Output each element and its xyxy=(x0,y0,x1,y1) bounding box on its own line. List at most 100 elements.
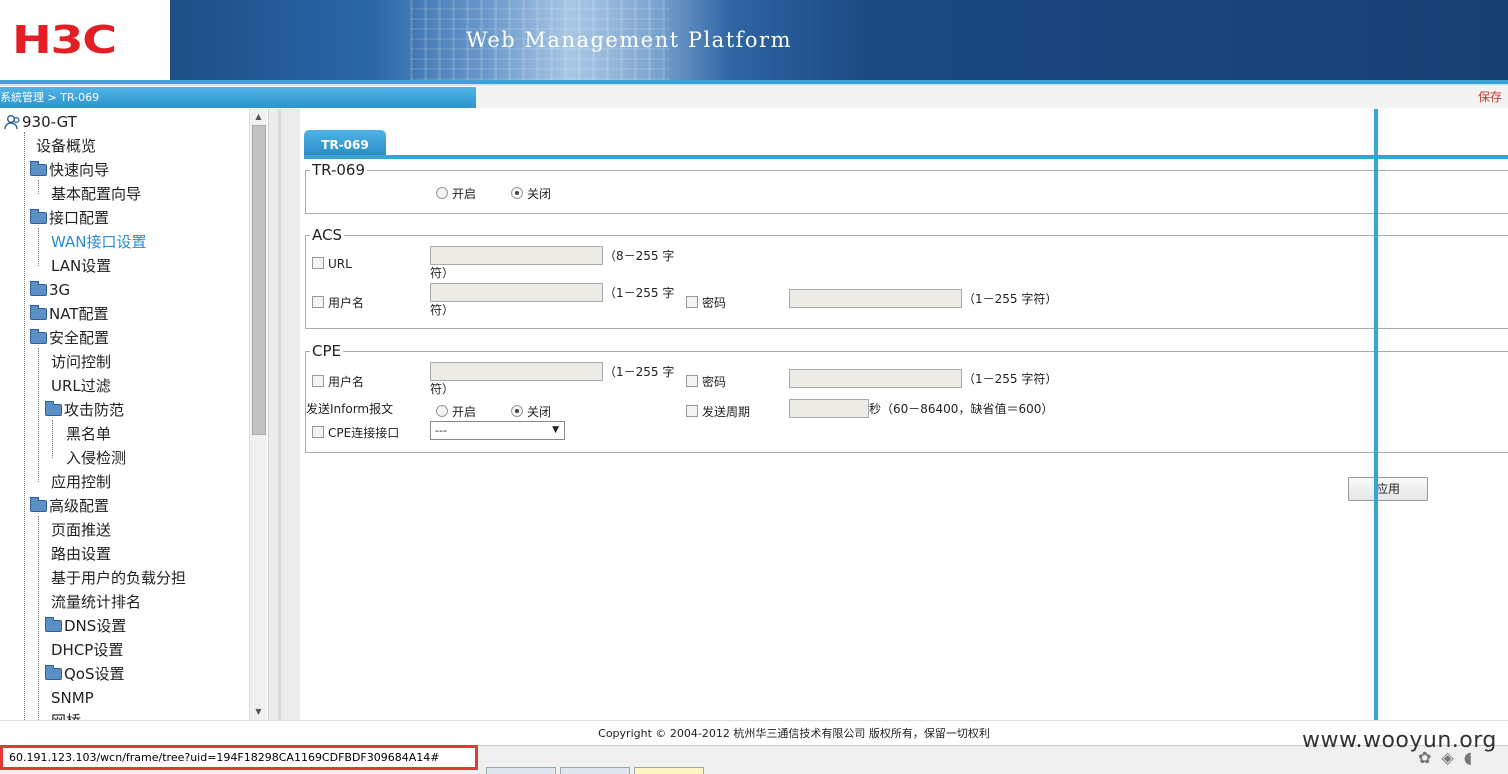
acs-username-input[interactable] xyxy=(430,283,603,302)
folder-icon xyxy=(30,280,47,296)
tab-tr069[interactable]: TR-069 xyxy=(304,130,386,156)
nav-label: 设备概览 xyxy=(36,137,97,155)
folder-icon xyxy=(30,208,47,224)
acs-password-hint: （1－255 字符） xyxy=(963,292,1058,306)
nav-label: 入侵检测 xyxy=(66,449,127,467)
users-icon xyxy=(4,114,20,129)
nav-snmp[interactable]: SNMP xyxy=(51,686,94,710)
tree-line xyxy=(24,132,25,720)
nav-label: 安全配置 xyxy=(49,329,110,347)
cpe-period-checkbox[interactable]: 发送周期 xyxy=(686,403,750,420)
acs-group: ACS xyxy=(305,227,1508,329)
cpe-username-checkbox[interactable]: 用户名 xyxy=(312,373,364,390)
speaker-icon[interactable]: ◖ xyxy=(1464,748,1482,767)
cpe-username-hint-1: （1－255 字 xyxy=(604,365,675,379)
apply-button[interactable]: 应用 xyxy=(1348,477,1428,501)
nav-label: WAN接口设置 xyxy=(51,233,147,251)
nav-dhcp-settings[interactable]: DHCP设置 xyxy=(51,638,123,662)
nav-wan-settings[interactable]: WAN接口设置 xyxy=(51,230,147,254)
tree-root[interactable]: 930-GT xyxy=(4,110,77,134)
cpe-inform-label: 发送Inform报文 xyxy=(306,402,394,416)
cpe-period-input[interactable] xyxy=(789,399,869,418)
logo-area: H3C xyxy=(0,0,170,80)
nav-url-filter[interactable]: URL过滤 xyxy=(51,374,111,398)
footer-copyright: Copyright © 2004-2012 杭州华三通信技术有限公司 版权所有，… xyxy=(0,720,1508,744)
nav-attack-defense[interactable]: 攻击防范 xyxy=(45,398,124,422)
cpe-iface-checkbox[interactable]: CPE连接接口 xyxy=(312,424,399,441)
cpe-username-hint-2: 符） xyxy=(430,382,455,396)
nav-qos-settings[interactable]: QoS设置 xyxy=(45,662,125,686)
nav-label: QoS设置 xyxy=(64,665,125,683)
scroll-down-arrow-icon[interactable]: ▼ xyxy=(250,704,267,720)
frame-splitter[interactable] xyxy=(268,109,301,720)
nav-label: 3G xyxy=(49,281,71,299)
acs-url-input[interactable] xyxy=(430,246,603,265)
nav-label: NAT配置 xyxy=(49,305,109,323)
tree-line xyxy=(52,420,53,458)
nav-blacklist[interactable]: 黑名单 xyxy=(66,422,111,446)
acs-legend: ACS xyxy=(312,226,342,244)
nav-label: 路由设置 xyxy=(51,545,112,563)
cpe-password-input[interactable] xyxy=(789,369,962,388)
acs-password-input[interactable] xyxy=(789,289,962,308)
nav-access-control[interactable]: 访问控制 xyxy=(51,350,111,374)
checkbox-label: 用户名 xyxy=(328,296,365,310)
folder-icon xyxy=(45,616,62,632)
nav-user-load-balance[interactable]: 基于用户的负载分担 xyxy=(51,566,186,590)
tree-line xyxy=(38,348,39,482)
nav-advanced-config[interactable]: 高级配置 xyxy=(30,494,109,518)
header-banner: Web Management Platform xyxy=(170,0,1508,80)
nav-app-control[interactable]: 应用控制 xyxy=(51,470,111,494)
cpe-username-input[interactable] xyxy=(430,362,603,381)
shield-icon[interactable]: ◈ xyxy=(1441,748,1463,767)
nav-label: LAN设置 xyxy=(51,257,112,275)
flower-icon[interactable]: ✿ xyxy=(1418,748,1441,767)
main-content: TR-069 TR-069 开启 关闭 ACS URL （8－255 字 符） … xyxy=(300,109,1508,720)
acs-url-checkbox[interactable]: URL xyxy=(312,256,352,271)
radio-checked-icon xyxy=(511,186,523,199)
nav-label: 流量统计排名 xyxy=(51,593,142,611)
folder-icon xyxy=(30,496,47,512)
nav-label: DHCP设置 xyxy=(51,641,124,659)
sidebar-scrollbar[interactable]: ▲ ▼ xyxy=(249,109,267,720)
acs-username-checkbox[interactable]: 用户名 xyxy=(312,294,364,311)
nav-traffic-ranking[interactable]: 流量统计排名 xyxy=(51,590,141,614)
status-icons: ✿◈◖ xyxy=(1418,748,1482,767)
breadcrumb-text: 系統管理 > TR-069 xyxy=(0,91,100,104)
cpe-inform-enable-radio[interactable]: 开启 xyxy=(436,403,476,420)
header-divider-light xyxy=(0,84,1508,86)
nav-route-settings[interactable]: 路由设置 xyxy=(51,542,111,566)
acs-password-checkbox[interactable]: 密码 xyxy=(686,294,726,311)
cpe-inform-disable-radio[interactable]: 关闭 xyxy=(511,403,551,420)
checkbox-label: 密码 xyxy=(702,375,727,389)
nav-label: 网桥 xyxy=(51,712,81,720)
tree-line xyxy=(38,228,39,266)
nav-page-push[interactable]: 页面推送 xyxy=(51,518,111,542)
nav-interface-config[interactable]: 接口配置 xyxy=(30,206,109,230)
nav-intrusion-detect[interactable]: 入侵检测 xyxy=(66,446,126,470)
dropdown-arrow-icon: ▼ xyxy=(552,425,559,435)
cpe-password-checkbox[interactable]: 密码 xyxy=(686,373,726,390)
save-link[interactable]: 保存 xyxy=(1478,87,1502,108)
nav-security-config[interactable]: 安全配置 xyxy=(30,326,109,350)
tr069-disable-radio[interactable]: 关闭 xyxy=(511,185,551,202)
cpe-iface-select[interactable]: --- ▼ xyxy=(430,421,565,440)
nav-basic-wizard[interactable]: 基本配置向导 xyxy=(51,182,141,206)
nav-label: 基于用户的负载分担 xyxy=(51,569,187,587)
radio-label: 开启 xyxy=(452,405,477,419)
nav-dns-settings[interactable]: DNS设置 xyxy=(45,614,126,638)
nav-label: 页面推送 xyxy=(51,521,112,539)
nav-quick-wizard[interactable]: 快速向导 xyxy=(30,158,109,182)
nav-device-overview[interactable]: 设备概览 xyxy=(36,134,96,158)
nav-nat-config[interactable]: NAT配置 xyxy=(30,302,108,326)
scroll-up-arrow-icon[interactable]: ▲ xyxy=(250,109,267,125)
tr069-enable-radio[interactable]: 开启 xyxy=(436,185,476,202)
nav-lan-settings[interactable]: LAN设置 xyxy=(51,254,111,278)
scroll-thumb[interactable] xyxy=(252,125,266,435)
nav-label: 高级配置 xyxy=(49,497,110,515)
nav-bridge[interactable]: 网桥 xyxy=(51,709,81,720)
nav-3g[interactable]: 3G xyxy=(30,278,70,302)
nav-label: 基本配置向导 xyxy=(51,185,142,203)
navigation-tree: 930-GT 设备概览 快速向导 基本配置向导 接口配置 WAN接口设置 LAN… xyxy=(0,109,270,720)
nav-label: 接口配置 xyxy=(49,209,110,227)
